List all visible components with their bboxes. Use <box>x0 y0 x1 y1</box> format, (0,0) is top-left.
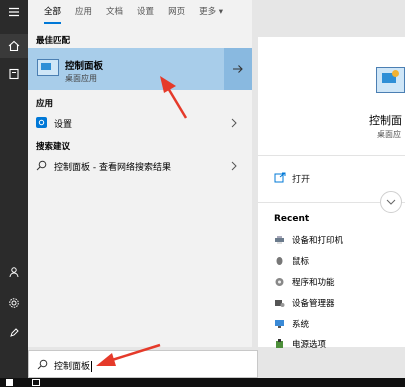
search-icon <box>36 160 47 174</box>
system-icon <box>274 319 285 329</box>
best-match-subtitle: 桌面应用 <box>65 74 97 83</box>
tab-settings[interactable]: 设置 <box>137 0 154 24</box>
search-box[interactable]: 控制面板 <box>28 350 258 378</box>
home-icon[interactable] <box>0 34 28 58</box>
control-panel-icon <box>37 59 59 76</box>
results-panel: 全部 应用 文档 设置 网页 更多 ▾ 最佳匹配 控制面板 桌面应用 应用 设置… <box>28 0 252 347</box>
apps-heading: 应用 <box>36 99 54 109</box>
open-icon <box>274 172 286 186</box>
list-item-label: 控制面板 - 查看网络搜索结果 <box>54 163 171 173</box>
tab-documents[interactable]: 文档 <box>106 0 123 24</box>
search-input[interactable]: 控制面板 <box>54 362 90 372</box>
printer-icon <box>274 235 285 245</box>
best-match-item[interactable]: 控制面板 桌面应用 <box>28 48 252 90</box>
tab-more[interactable]: 更多 ▾ <box>199 0 223 24</box>
recent-item-label: 鼠标 <box>292 257 310 267</box>
control-panel-icon <box>376 67 405 93</box>
mouse-icon <box>274 256 285 266</box>
hamburger-menu-icon[interactable] <box>0 0 28 24</box>
windows-start-icon[interactable] <box>6 379 13 386</box>
power-icon <box>274 339 285 349</box>
recent-item-label: 设备和打印机 <box>292 236 344 246</box>
web-suggestions-heading: 搜索建议 <box>36 142 71 152</box>
settings-gear-icon <box>36 117 47 128</box>
tab-web[interactable]: 网页 <box>168 0 185 24</box>
settings-gear-icon[interactable] <box>0 291 28 315</box>
device-manager-icon <box>274 298 285 308</box>
recent-item-label: 程序和功能 <box>292 278 335 288</box>
programs-icon <box>274 277 285 287</box>
expand-chevron-down-icon[interactable] <box>380 191 402 213</box>
taskbar <box>0 378 405 387</box>
detail-panel: 控制面 桌面应 打开 Recent 设备和打印机 鼠标 程序和功能 设备管理器 … <box>258 37 405 350</box>
best-match-title: 控制面板 <box>65 61 104 72</box>
detail-app-name: 控制面 <box>369 114 402 127</box>
chevron-right-icon <box>231 161 237 174</box>
list-item-settings[interactable]: 设置 <box>28 112 252 134</box>
text-caret <box>91 361 93 372</box>
open-label: 打开 <box>292 175 311 185</box>
list-item-web-search[interactable]: 控制面板 - 查看网络搜索结果 <box>28 155 252 177</box>
recent-item-label: 设备管理器 <box>292 299 335 309</box>
list-item-label: 设置 <box>54 120 73 130</box>
best-match-heading: 最佳匹配 <box>36 36 71 46</box>
recent-item-label: 系统 <box>292 320 310 330</box>
detail-app-type: 桌面应 <box>377 130 401 139</box>
recent-heading: Recent <box>274 214 310 224</box>
document-icon[interactable] <box>0 62 28 86</box>
pen-icon[interactable] <box>0 320 28 344</box>
open-details-arrow-icon[interactable] <box>224 48 252 90</box>
divider <box>258 155 405 156</box>
filter-tabs: 全部 应用 文档 设置 网页 更多 ▾ <box>28 0 252 24</box>
chevron-right-icon <box>231 118 237 131</box>
recent-item-label: 电源选项 <box>292 340 327 350</box>
tab-all[interactable]: 全部 <box>44 0 62 24</box>
tab-apps[interactable]: 应用 <box>75 0 92 24</box>
start-rail <box>0 0 28 378</box>
user-icon[interactable] <box>0 260 28 284</box>
search-icon <box>37 359 48 373</box>
task-view-icon[interactable] <box>32 379 40 386</box>
